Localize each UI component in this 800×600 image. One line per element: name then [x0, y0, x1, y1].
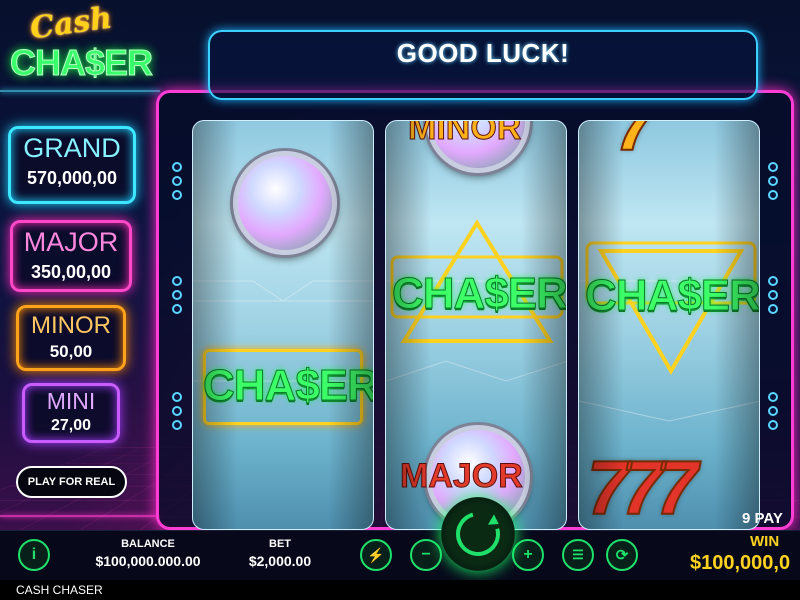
triangle-frame: [390, 219, 564, 343]
autoplay-icon: ⟳: [615, 547, 629, 564]
play-for-real-button[interactable]: PLAY FOR REAL: [16, 466, 127, 498]
game-name: CASH CHASER: [16, 583, 103, 597]
bet-display: BET $2,000.00: [240, 538, 320, 569]
balance-value: $100,000.000.00: [95, 553, 201, 569]
triple-seven-symbol: 777: [586, 445, 699, 530]
payline-markers-right: [768, 276, 778, 314]
info-button[interactable]: i: [18, 539, 50, 571]
reel-grid-lines: [579, 280, 759, 422]
jackpot-grand-value: 570,000,00: [26, 168, 118, 188]
spin-button[interactable]: [441, 497, 515, 571]
silver-coin-symbol: [233, 151, 337, 255]
autoplay-button[interactable]: ⟳: [606, 539, 638, 571]
jackpot-mini-value: 27,00: [50, 417, 92, 434]
bet-decrease-button[interactable]: −: [410, 539, 442, 571]
seven-symbol: 7: [614, 120, 658, 168]
reel-2: MINOR CHA$ER MAJOR: [385, 120, 567, 530]
jackpot-minor: MINOR 50,00: [16, 305, 126, 371]
footer-bar: CASH CHASER: [0, 580, 800, 600]
turbo-button[interactable]: ⚡: [360, 539, 392, 571]
jackpot-major: MAJOR 350,00,00: [10, 220, 132, 292]
control-bar: i BALANCE $100,000.000.00 BET $2,000.00 …: [0, 530, 800, 580]
spin-arrow-icon: [447, 503, 509, 565]
game-logo: Cash CHA$ER: [8, 0, 153, 96]
coin-stack-button[interactable]: ☰: [562, 539, 594, 571]
bet-label: BET: [269, 538, 291, 550]
jackpot-minor-label: MINOR: [31, 312, 111, 339]
reel-grid-lines: [193, 280, 373, 382]
jackpot-major-label: MAJOR: [23, 227, 119, 257]
reel-grid-lines: [386, 280, 566, 382]
neon-line: [0, 515, 160, 517]
reel-3: 7 CHA$ER 777: [578, 120, 760, 530]
triangle-frame: [585, 241, 757, 375]
paylines-count: 9 PAY: [742, 510, 783, 527]
payline-markers-right: [768, 392, 778, 430]
banner-message: GOOD LUCK!: [396, 38, 570, 68]
logo-chaser-text: CHA$ER: [9, 42, 153, 84]
lightning-icon: ⚡: [367, 546, 385, 563]
payline-markers-left: [172, 392, 182, 430]
payline-markers-left: [172, 162, 182, 200]
coin-stack-icon: ☰: [572, 547, 584, 562]
win-label: WIN: [750, 533, 780, 550]
balance-display: BALANCE $100,000.000.00: [88, 538, 208, 569]
chaser-symbol: CHA$ER: [203, 361, 374, 411]
jackpot-mini: MINI 27,00: [22, 383, 120, 443]
logo-cash-text: Cash: [27, 0, 115, 47]
chaser-symbol: CHA$ER: [585, 271, 760, 321]
payline-markers-right: [768, 162, 778, 200]
win-value: $100,000,0: [690, 552, 791, 574]
bet-value: $2,000.00: [248, 553, 312, 569]
jackpot-grand-label: GRAND: [23, 133, 121, 163]
reel-1: CHA$ER: [192, 120, 374, 530]
jackpot-minor-value: 50,00: [49, 342, 93, 361]
payline-markers-left: [172, 276, 182, 314]
chaser-symbol-frame: [203, 349, 363, 425]
chaser-symbol: CHA$ER: [392, 269, 567, 319]
major-symbol: MAJOR: [400, 457, 524, 496]
jackpot-grand: GRAND 570,000,00: [8, 126, 136, 204]
jackpot-mini-label: MINI: [46, 388, 96, 414]
jackpot-major-value: 350,00,00: [30, 262, 112, 282]
bet-increase-button[interactable]: +: [512, 539, 544, 571]
game-stage: Cash CHA$ER GRAND 570,000,00 MAJOR 350,0…: [0, 0, 800, 530]
balance-label: BALANCE: [121, 538, 175, 550]
minor-symbol: MINOR: [407, 120, 522, 148]
silver-coin-symbol: [426, 121, 530, 173]
